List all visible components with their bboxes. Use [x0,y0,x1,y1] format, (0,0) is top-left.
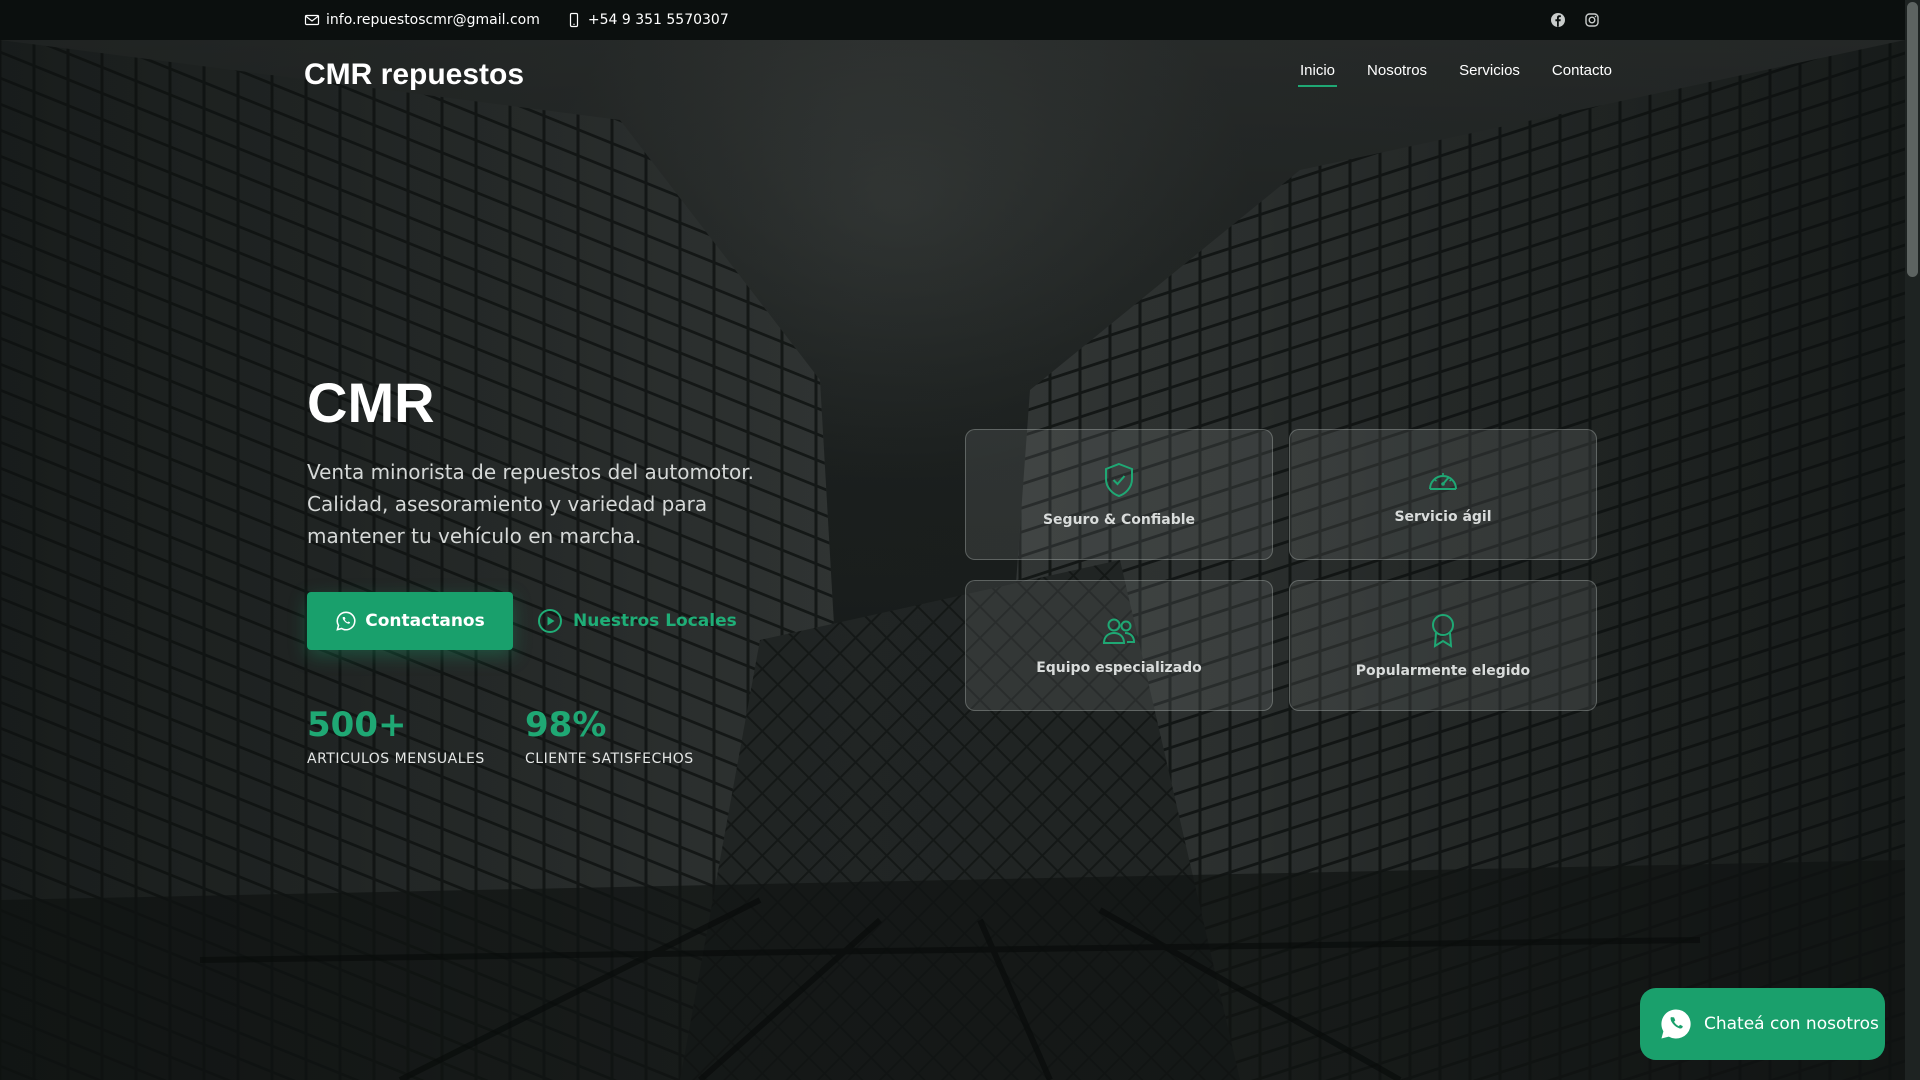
email-link[interactable]: info.repuestoscmr@gmail.com [304,12,540,28]
whatsapp-icon [1661,1009,1691,1039]
hero-title: CMR [307,371,435,434]
social-links [1550,0,1600,40]
award-icon [1432,613,1454,648]
main-nav: Inicio Nosotros Servicios Contacto [1297,62,1612,87]
phone-text: +54 9 351 5570307 [587,12,729,28]
stat-label: CLIENTE SATISFECHOS [525,751,694,767]
nav-item-contacto[interactable]: Contacto [1552,62,1612,87]
nuestros-locales-label: Nuestros Locales [573,611,737,631]
scrollbar-thumb[interactable] [1907,2,1918,277]
stat-articulos: 500+ ARTICULOS MENSUALES [307,705,485,767]
hero-description: Venta minorista de repuestos del automot… [307,460,755,548]
page-scrollbar[interactable] [1905,0,1920,1080]
nuestros-locales-link[interactable]: Nuestros Locales [537,606,737,636]
email-text: info.repuestoscmr@gmail.com [326,12,540,28]
people-icon [1102,618,1136,644]
nav-item-nosotros[interactable]: Nosotros [1367,62,1427,87]
feature-card-equipo: Equipo especializado [965,580,1273,711]
nav-item-servicios[interactable]: Servicios [1459,62,1520,87]
feature-card-popular: Popularmente elegido [1289,580,1597,711]
feature-label: Seguro & Confiable [1042,511,1196,528]
topbar-contact: info.repuestoscmr@gmail.com +54 9 351 55… [304,0,729,40]
contactanos-label: Contactanos [365,611,485,631]
speedometer-icon [1429,472,1457,490]
feature-label: Equipo especializado [1036,659,1202,676]
stat-value: 98% [525,705,607,745]
contactanos-button[interactable]: Contactanos [307,592,513,650]
topbar: info.repuestoscmr@gmail.com +54 9 351 55… [0,0,1905,40]
feature-label: Servicio ágil [1394,508,1492,525]
stat-value: 500+ [307,705,407,745]
envelope-icon [304,14,320,26]
phone-icon [569,12,578,28]
stat-label: ARTICULOS MENSUALES [307,751,485,767]
nav-item-inicio[interactable]: Inicio [1297,62,1338,87]
brand-logo[interactable]: CMR repuestos [304,58,524,92]
stat-clientes: 98% CLIENTE SATISFECHOS [525,705,694,767]
whatsapp-icon [336,611,356,631]
play-circle-icon [538,609,562,633]
phone-link[interactable]: +54 9 351 5570307 [566,12,729,28]
shield-check-icon [1105,462,1133,497]
background-overlay [0,0,1905,1080]
feature-card-servicio: Servicio ágil [1289,429,1597,560]
feature-card-seguro: Seguro & Confiable [965,429,1273,560]
whatsapp-chat-button[interactable]: Chateá con nosotros [1640,988,1885,1060]
whatsapp-chat-label: Chateá con nosotros [1704,1014,1879,1034]
feature-label: Popularmente elegido [1355,662,1531,679]
instagram-icon[interactable] [1584,12,1600,28]
facebook-icon[interactable] [1550,12,1566,28]
